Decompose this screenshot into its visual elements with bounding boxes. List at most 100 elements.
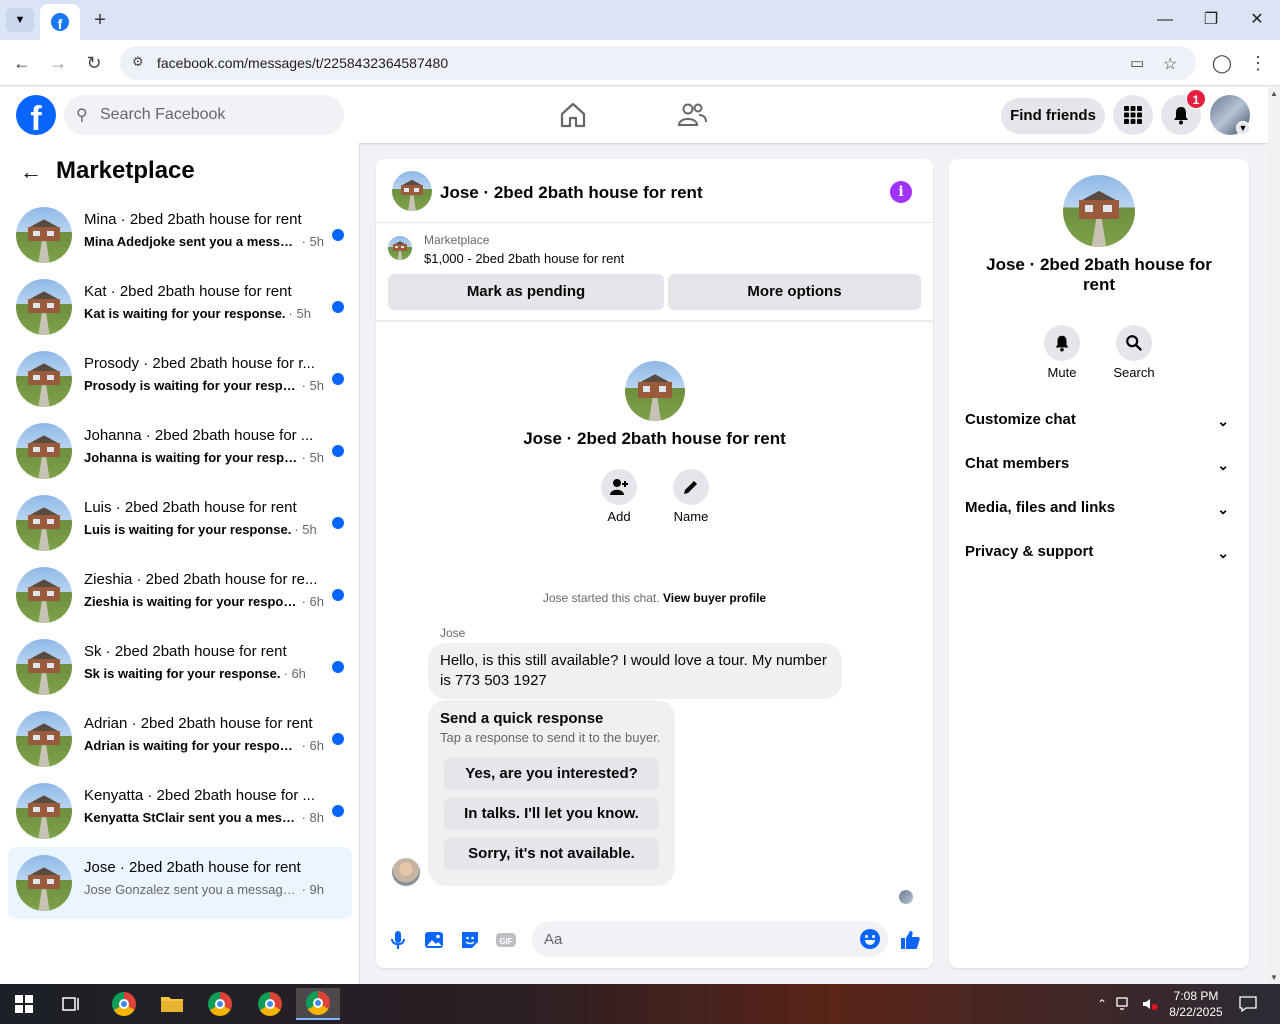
seen-receipt-avatar	[899, 890, 913, 904]
mute-button[interactable]	[1044, 325, 1080, 361]
details-avatar[interactable]	[1063, 175, 1135, 247]
clock[interactable]: 7:08 PM 8/22/2025	[1168, 988, 1224, 1020]
photo-icon[interactable]	[422, 928, 446, 952]
emoji-icon[interactable]	[860, 929, 880, 949]
find-friends-button[interactable]: Find friends	[1001, 98, 1105, 134]
chrome-profile-icon[interactable]	[198, 988, 242, 1020]
conversation-item[interactable]: Adrian · 2bed 2bath house for rent Adrian…	[8, 703, 352, 775]
facebook-header: f ⚲ Search Facebook Find friends 1 ▼	[0, 87, 1268, 143]
conversation-item[interactable]: Luis · 2bed 2bath house for rent Luis is …	[8, 487, 352, 559]
chrome-profile-icon[interactable]	[248, 988, 292, 1020]
edit-name-button[interactable]	[673, 469, 709, 505]
info-icon[interactable]: i	[890, 181, 912, 203]
forward-icon[interactable]: →	[45, 50, 71, 76]
unread-dot	[332, 661, 344, 673]
friends-icon[interactable]	[676, 99, 708, 131]
magnifier-icon	[1126, 335, 1143, 352]
microphone-icon[interactable]	[386, 928, 410, 952]
volume-muted-icon[interactable]	[1136, 988, 1164, 1020]
bookmark-star-icon[interactable]: ☆	[1163, 54, 1181, 73]
browser-tab-strip: ▼ f + — ❐ ✕	[0, 0, 1280, 40]
scroll-up-arrow-icon[interactable]: ▲	[1270, 89, 1278, 98]
quick-response-sorry-button[interactable]: Sorry, it's not available.	[444, 838, 659, 870]
conversation-item[interactable]: Mina · 2bed 2bath house for rent Mina Ade…	[8, 199, 352, 271]
install-app-icon[interactable]: ▭	[1130, 54, 1148, 72]
more-options-button[interactable]: More options	[668, 274, 921, 310]
facebook-favicon-icon: f	[51, 13, 69, 31]
conversation-item[interactable]: Prosody · 2bed 2bath house for r... Proso…	[8, 343, 352, 415]
unread-dot	[332, 517, 344, 529]
conversation-item[interactable]: Zieshia · 2bed 2bath house for re... Zies…	[8, 559, 352, 631]
details-name: Jose · 2bed 2bath house for rent	[986, 255, 1212, 294]
menu-kebab-icon[interactable]: ⋮	[1245, 50, 1271, 76]
listing-price[interactable]: $1,000 - 2bed 2bath house for rent	[424, 251, 624, 266]
notification-center-icon[interactable]	[1230, 988, 1266, 1020]
privacy-support-row[interactable]: Privacy & support ⌄	[965, 543, 1233, 567]
conversation-preview: Sk is waiting for your response. · 6h	[84, 666, 324, 681]
sticker-icon[interactable]	[458, 928, 482, 952]
account-chevron-down-icon[interactable]: ▼	[1236, 121, 1250, 135]
menu-grid-icon[interactable]	[1113, 95, 1153, 135]
windows-start-icon[interactable]	[2, 988, 46, 1020]
site-settings-icon[interactable]: ⚙	[132, 54, 150, 72]
scroll-down-arrow-icon[interactable]: ▼	[1270, 973, 1278, 982]
search-icon: ⚲	[76, 107, 88, 124]
search-in-chat-button[interactable]	[1116, 325, 1152, 361]
media-files-links-row[interactable]: Media, files and links ⌄	[965, 499, 1233, 523]
conversation-time: · 5h	[301, 378, 324, 393]
back-icon[interactable]: ←	[9, 50, 35, 76]
back-arrow-icon[interactable]: ←	[20, 159, 42, 185]
browser-tab-facebook[interactable]: f	[40, 4, 80, 40]
message-bubble[interactable]: Hello, is this still available? I would …	[428, 643, 842, 699]
quick-response-title: Send a quick response	[440, 710, 604, 727]
conversation-avatar	[16, 495, 72, 551]
minimize-icon[interactable]: —	[1142, 6, 1188, 34]
search-input[interactable]: ⚲ Search Facebook	[64, 95, 344, 135]
conversation-item[interactable]: Johanna · 2bed 2bath house for ... Johann…	[8, 415, 352, 487]
add-people-button[interactable]	[601, 469, 637, 505]
tab-search-chevron-icon[interactable]: ▼	[6, 8, 34, 32]
conversation-name: Sk · 2bed 2bath house for rent	[84, 643, 287, 660]
quick-response-yes-button[interactable]: Yes, are you interested?	[444, 758, 659, 790]
profile-icon[interactable]: ◯	[1209, 50, 1235, 76]
conversation-preview-text: Johanna is waiting for your respon...	[84, 450, 299, 465]
chat-header-avatar[interactable]	[392, 171, 432, 211]
conversation-item[interactable]: Jose · 2bed 2bath house for rent Jose Gon…	[8, 847, 352, 919]
gif-icon[interactable]: GIF	[494, 928, 518, 952]
new-tab-button[interactable]: +	[88, 8, 112, 32]
task-view-icon[interactable]	[50, 988, 94, 1020]
file-explorer-icon[interactable]	[150, 988, 194, 1020]
restore-icon[interactable]: ❐	[1188, 6, 1234, 34]
thumbs-up-icon[interactable]	[898, 928, 922, 952]
chrome-active-window-icon[interactable]	[296, 988, 340, 1020]
facebook-logo-icon[interactable]: f	[16, 95, 56, 135]
conversation-preview: Adrian is waiting for your response. · 6h	[84, 738, 324, 753]
chat-title[interactable]: Jose · 2bed 2bath house for rent	[440, 183, 703, 203]
url-text: facebook.com/messages/t/2258432364587480	[157, 55, 449, 71]
page-scrollbar[interactable]: ▲ ▼	[1268, 87, 1280, 984]
home-icon[interactable]	[557, 99, 589, 131]
conversation-item[interactable]: Sk · 2bed 2bath house for rent Sk is wait…	[8, 631, 352, 703]
conversation-preview: Luis is waiting for your response. · 5h	[84, 522, 324, 537]
network-icon[interactable]	[1110, 988, 1138, 1020]
sender-avatar[interactable]	[392, 858, 420, 886]
reload-icon[interactable]: ↻	[81, 50, 107, 76]
conversation-preview-text: Adrian is waiting for your response.	[84, 738, 299, 753]
chat-members-row[interactable]: Chat members ⌄	[965, 455, 1233, 479]
quick-response-talks-button[interactable]: In talks. I'll let you know.	[444, 798, 659, 830]
close-icon[interactable]: ✕	[1234, 6, 1280, 34]
conversation-avatar	[16, 423, 72, 479]
mark-as-pending-button[interactable]: Mark as pending	[388, 274, 664, 310]
conversation-item[interactable]: Kat · 2bed 2bath house for rent Kat is wa…	[8, 271, 352, 343]
view-buyer-profile-link[interactable]: View buyer profile	[663, 591, 766, 605]
conversation-name: Adrian · 2bed 2bath house for rent	[84, 715, 313, 732]
conversation-preview-text: Sk is waiting for your response.	[84, 666, 281, 681]
listing-thumbnail[interactable]	[388, 236, 412, 260]
customize-chat-row[interactable]: Customize chat ⌄	[965, 411, 1233, 435]
conversation-avatar	[16, 279, 72, 335]
address-bar[interactable]: ⚙ facebook.com/messages/t/22584323645874…	[120, 46, 1196, 80]
message-input[interactable]: Aa	[532, 921, 888, 957]
chat-profile-avatar[interactable]	[625, 361, 685, 421]
chrome-taskbar-icon[interactable]	[102, 988, 146, 1020]
conversation-item[interactable]: Kenyatta · 2bed 2bath house for ... Kenya…	[8, 775, 352, 847]
